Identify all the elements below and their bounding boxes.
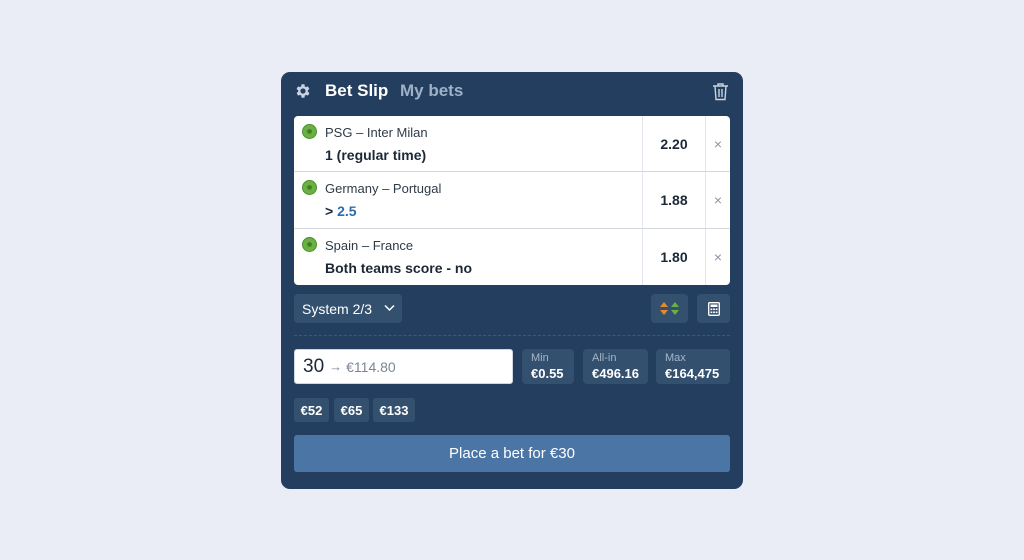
bet-odds: 1.80 — [642, 228, 706, 285]
system-label: System 2/3 — [302, 300, 373, 317]
quick-stake-button[interactable]: €133 — [373, 398, 415, 422]
trash-icon[interactable] — [712, 82, 729, 101]
potential-return: €114.80 — [346, 358, 396, 375]
bet-item[interactable]: PSG – Inter Milan 1 (regular time) 2.20 … — [294, 116, 730, 173]
tab-bet-slip[interactable]: Bet Slip — [325, 81, 388, 101]
soccer-ball-icon — [302, 124, 317, 139]
min-label: Min — [531, 352, 549, 364]
tab-my-bets[interactable]: My bets — [400, 81, 463, 101]
stake-value: 30 — [303, 355, 325, 377]
min-amount: €0.55 — [531, 366, 564, 381]
odds-change-button[interactable] — [651, 294, 688, 323]
bet-item[interactable]: Germany – Portugal > 2.5 1.88 × — [294, 172, 730, 229]
odds-up-down-icon — [660, 302, 679, 315]
gear-icon[interactable] — [294, 82, 312, 100]
all-in-label: All-in — [592, 352, 617, 364]
divider — [294, 335, 730, 336]
bet-outcome: Both teams score - no — [325, 259, 473, 276]
bet-slip-panel: Bet Slip My bets PSG – Inter Milan 1 (re… — [281, 72, 743, 489]
bet-item[interactable]: Spain – France Both teams score - no 1.8… — [294, 228, 730, 285]
bet-list: PSG – Inter Milan 1 (regular time) 2.20 … — [294, 116, 730, 285]
soccer-ball-icon — [302, 236, 317, 252]
chevron-down-icon — [384, 304, 395, 312]
bet-outcome: > 2.5 — [325, 203, 357, 220]
system-select[interactable]: System 2/3 — [294, 294, 402, 323]
all-in-button[interactable]: All-in €496.16 — [583, 349, 648, 384]
bet-slip-header: Bet Slip My bets — [281, 72, 743, 112]
bet-odds: 2.20 — [642, 116, 706, 172]
bet-match: Spain – France — [325, 237, 414, 253]
calculator-button[interactable] — [697, 294, 730, 323]
bet-odds: 1.88 — [642, 172, 706, 228]
all-in-amount: €496.16 — [592, 366, 639, 381]
min-stake-button[interactable]: Min €0.55 — [522, 349, 574, 384]
max-stake-button[interactable]: Max €164,475 — [656, 349, 730, 384]
remove-bet-button[interactable]: × — [706, 229, 730, 285]
max-label: Max — [665, 352, 686, 364]
bet-outcome: 1 (regular time) — [325, 147, 427, 163]
remove-bet-button[interactable]: × — [706, 172, 730, 227]
bet-match: PSG – Inter Milan — [325, 125, 428, 140]
quick-stake-button[interactable]: €65 — [334, 398, 369, 422]
max-amount: €164,475 — [665, 366, 720, 381]
stake-input[interactable]: 30 → €114.80 — [294, 349, 513, 384]
remove-bet-button[interactable]: × — [706, 116, 730, 171]
soccer-ball-icon — [302, 180, 317, 196]
arrow-right-icon: → — [329, 359, 343, 374]
quick-stake-button[interactable]: €52 — [294, 398, 329, 422]
bet-match: Germany – Portugal — [325, 181, 442, 197]
place-bet-button[interactable]: Place a bet for €30 — [294, 435, 730, 472]
calculator-icon — [708, 302, 720, 316]
